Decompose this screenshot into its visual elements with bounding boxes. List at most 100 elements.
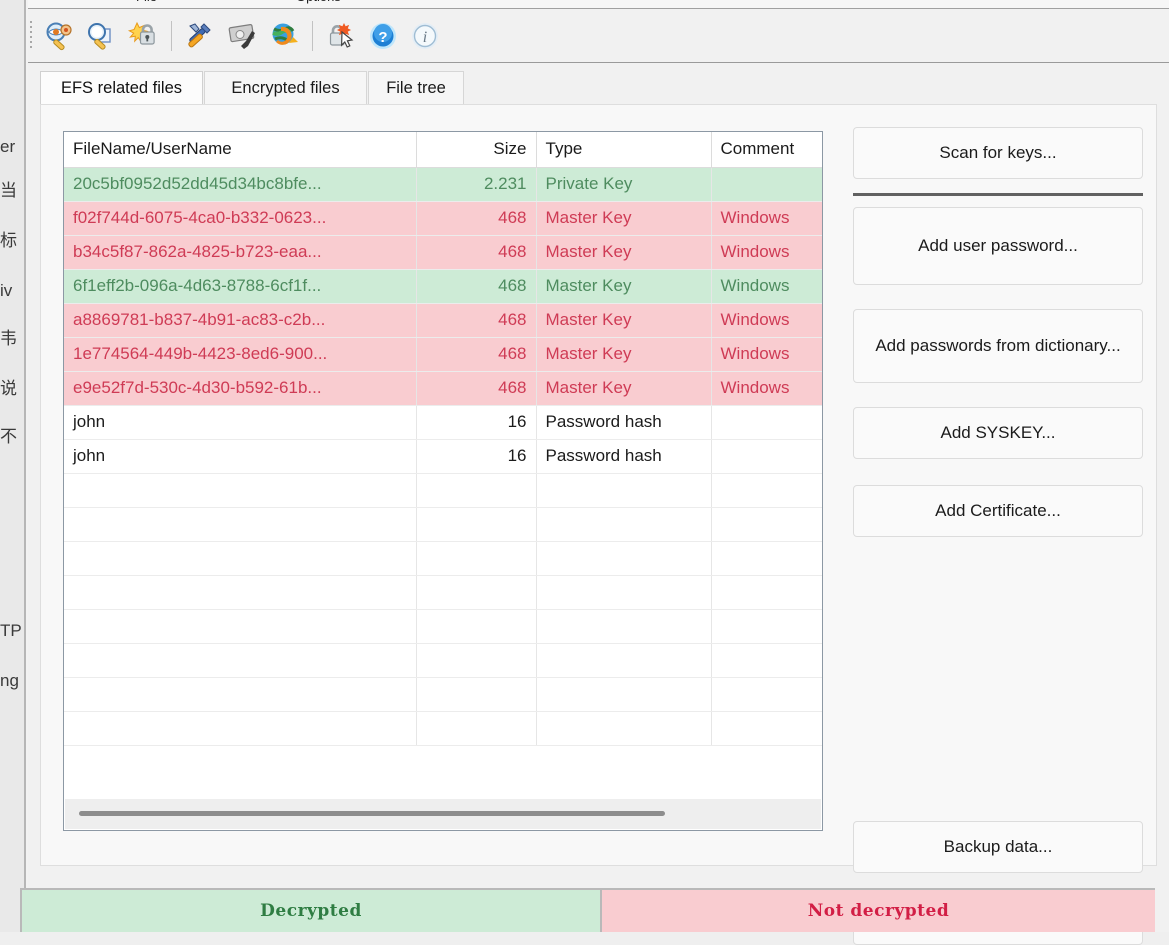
comment-cell: Windows: [711, 371, 822, 406]
toolbar-grip[interactable]: [30, 21, 33, 51]
tab-efs-related-files[interactable]: EFS related files: [40, 71, 203, 105]
tab-encrypted-files[interactable]: Encrypted files: [204, 71, 367, 105]
comment-cell: [711, 609, 822, 644]
money-check-icon[interactable]: [221, 17, 263, 55]
file-cell: [64, 507, 417, 542]
comment-cell: [711, 167, 822, 202]
comment-cell: Windows: [711, 235, 822, 270]
size-cell: [416, 507, 537, 542]
tools-icon[interactable]: [179, 17, 221, 55]
table-row[interactable]: john 16 Password hash: [64, 439, 822, 474]
comment-cell: [711, 439, 822, 474]
table-row[interactable]: a8869781-b837-4b91-ac83-c2b... 468 Master …: [64, 303, 822, 338]
table-row[interactable]: 1e774564-449b-4423-8ed6-900... 468 Master …: [64, 337, 822, 372]
legend-decrypted: Decrypted: [20, 888, 600, 932]
type-cell: Password hash: [536, 439, 712, 474]
size-cell: 468: [416, 303, 537, 338]
column-header-size[interactable]: Size: [416, 132, 537, 168]
add-syskey-button[interactable]: Add SYSKEY...: [853, 407, 1143, 459]
type-cell: Password hash: [536, 405, 712, 440]
help-icon[interactable]: ?: [362, 17, 404, 55]
table-row[interactable]: f02f744d-6075-4ca0-b332-0623... 468 Master…: [64, 201, 822, 236]
size-cell: 468: [416, 371, 537, 406]
menu-item-options[interactable]: Options: [296, 0, 341, 4]
menu-bar[interactable]: File Options: [28, 0, 1169, 9]
type-cell: Master Key: [536, 235, 712, 270]
lock-pointer-icon[interactable]: [320, 17, 362, 55]
table-row[interactable]: john 16 Password hash: [64, 405, 822, 440]
size-cell: [416, 541, 537, 576]
table-row[interactable]: 20c5bf0952d52dd45d34bc8bfe... 2.231 Privat…: [64, 167, 822, 202]
file-cell: [64, 541, 417, 576]
table-row-empty[interactable]: [64, 609, 822, 644]
table-row-empty[interactable]: [64, 643, 822, 678]
scan-all-icon[interactable]: [38, 17, 80, 55]
size-cell: 16: [416, 439, 537, 474]
file-cell: [64, 711, 417, 746]
add-passwords-dictionary-button[interactable]: Add passwords from dictionary...: [853, 309, 1143, 383]
table-row-empty[interactable]: [64, 473, 822, 508]
backup-data-button[interactable]: Backup data...: [853, 821, 1143, 873]
size-cell: [416, 677, 537, 712]
type-cell: [536, 575, 712, 610]
comment-cell: [711, 711, 822, 746]
table-horizontal-scrollbar[interactable]: [65, 799, 821, 829]
toolbar-separator-2: [312, 21, 313, 51]
comment-cell: [711, 507, 822, 542]
toolbar: ? i: [28, 9, 1169, 63]
info-icon[interactable]: i: [404, 17, 446, 55]
type-cell: [536, 609, 712, 644]
toolbar-separator-1: [171, 21, 172, 51]
column-header-comment[interactable]: Comment: [711, 132, 822, 168]
decrypt-lock-icon[interactable]: [122, 17, 164, 55]
type-cell: [536, 677, 712, 712]
globe-refresh-icon[interactable]: [263, 17, 305, 55]
legend-not-decrypted: Not decrypted: [600, 888, 1155, 932]
comment-cell: [711, 643, 822, 678]
action-buttons-separator: [853, 193, 1143, 196]
size-cell: [416, 643, 537, 678]
add-certificate-button[interactable]: Add Certificate...: [853, 485, 1143, 537]
table-row-empty[interactable]: [64, 677, 822, 712]
file-cell: 20c5bf0952d52dd45d34bc8bfe...: [64, 167, 417, 202]
comment-cell: [711, 575, 822, 610]
comment-cell: Windows: [711, 337, 822, 372]
comment-cell: [711, 541, 822, 576]
scan-folder-icon[interactable]: [80, 17, 122, 55]
table-row-empty[interactable]: [64, 541, 822, 576]
comment-cell: [711, 405, 822, 440]
table-row-empty[interactable]: [64, 507, 822, 542]
efs-files-table[interactable]: FileName/UserName Size Type Comment 20c5…: [63, 131, 823, 831]
type-cell: [536, 643, 712, 678]
type-cell: Master Key: [536, 269, 712, 304]
file-cell: e9e52f7d-530c-4d30-b592-61b...: [64, 371, 417, 406]
column-header-type[interactable]: Type: [536, 132, 712, 168]
file-cell: [64, 609, 417, 644]
type-cell: [536, 541, 712, 576]
tab-content-panel: FileName/UserName Size Type Comment 20c5…: [40, 104, 1157, 945]
menu-item-file[interactable]: File: [136, 0, 157, 4]
table-row[interactable]: e9e52f7d-530c-4d30-b592-61b... 468 Master …: [64, 371, 822, 406]
scrollbar-thumb[interactable]: [79, 811, 665, 816]
size-cell: [416, 711, 537, 746]
tab-file-tree[interactable]: File tree: [368, 71, 464, 105]
comment-cell: Windows: [711, 269, 822, 304]
action-button-column: Scan for keys... Add user password... Add …: [853, 127, 1143, 945]
size-cell: [416, 575, 537, 610]
file-cell: b34c5f87-862a-4825-b723-eaa...: [64, 235, 417, 270]
add-user-password-button[interactable]: Add user password...: [853, 207, 1143, 285]
table-row[interactable]: 6f1eff2b-096a-4d63-8788-6cf1f... 468 Maste…: [64, 269, 822, 304]
size-cell: [416, 609, 537, 644]
size-cell: 468: [416, 201, 537, 236]
file-cell: f02f744d-6075-4ca0-b332-0623...: [64, 201, 417, 236]
table-row-empty[interactable]: [64, 711, 822, 746]
column-header-filename[interactable]: FileName/UserName: [64, 132, 417, 168]
scan-for-keys-button[interactable]: Scan for keys...: [853, 127, 1143, 179]
table-header-row: FileName/UserName Size Type Comment: [64, 132, 822, 168]
table-row-empty[interactable]: [64, 575, 822, 610]
comment-cell: Windows: [711, 303, 822, 338]
type-cell: Master Key: [536, 371, 712, 406]
size-cell: 16: [416, 405, 537, 440]
file-cell: 1e774564-449b-4423-8ed6-900...: [64, 337, 417, 372]
table-row[interactable]: b34c5f87-862a-4825-b723-eaa... 468 Master …: [64, 235, 822, 270]
